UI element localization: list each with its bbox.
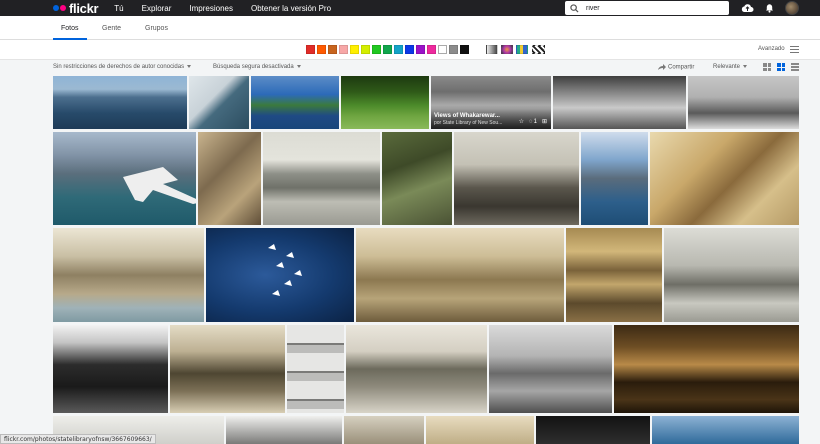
color-swatch-violet[interactable] [416, 45, 425, 54]
upload-icon[interactable] [741, 0, 754, 16]
photo-thumbnail[interactable] [650, 132, 799, 225]
bell-icon[interactable] [765, 0, 774, 16]
search-tabs-bar: Fotos Gente Grupos [0, 16, 820, 40]
minimalism-icon[interactable] [516, 45, 528, 54]
shallow-depth-icon[interactable] [501, 45, 513, 54]
sort-label: Relevante [713, 64, 741, 70]
photo-thumbnail[interactable] [287, 325, 344, 413]
nav-links: Tú Explorar Impresiones Obtener la versi… [114, 4, 349, 13]
color-swatch-dark-orange[interactable] [317, 45, 326, 54]
search-options-row: Sin restricciones de derechos de autor c… [0, 60, 820, 75]
photo-thumbnail[interactable] [426, 416, 534, 444]
photo-thumbnail[interactable] [614, 325, 799, 413]
share-icon [658, 64, 666, 70]
browser-status-url: flickr.com/photos/statelibraryofnsw/3667… [0, 434, 156, 444]
avatar[interactable] [785, 1, 799, 15]
photo-thumbnail[interactable] [263, 132, 380, 225]
safe-search-dropdown[interactable]: Búsqueda segura desactivada [213, 64, 301, 70]
photo-thumbnail[interactable] [553, 76, 686, 129]
search-input[interactable] [586, 4, 716, 12]
tab-people[interactable]: Gente [102, 25, 121, 32]
share-label: Compartir [668, 64, 695, 71]
photo-thumbnail[interactable] [489, 325, 612, 413]
photo-thumbnail[interactable] [344, 416, 424, 444]
color-swatch-blue[interactable] [405, 45, 414, 54]
color-swatch-yellow[interactable] [350, 45, 359, 54]
view-toggle [757, 63, 799, 71]
search-box[interactable] [565, 1, 729, 15]
photo-thumbnail[interactable] [581, 132, 648, 225]
color-swatch-orange[interactable] [328, 45, 337, 54]
photo-thumbnail[interactable] [688, 76, 799, 129]
safe-search-label: Búsqueda segura desactivada [213, 64, 294, 70]
comment-count: 1 [533, 118, 537, 125]
tab-photos[interactable]: Fotos [61, 25, 79, 32]
photo-thumbnail[interactable] [652, 416, 799, 444]
color-swatch-green[interactable] [372, 45, 381, 54]
logo-text: flickr [69, 0, 99, 16]
star-icon[interactable]: ☆ [519, 118, 524, 125]
photo-actions: ☆ ◌ 1 ⊞ [514, 118, 547, 126]
patterns-icon[interactable] [532, 45, 545, 54]
photo-thumbnail[interactable] [341, 76, 429, 129]
color-swatch-white[interactable] [438, 45, 447, 54]
photo-thumbnail[interactable] [53, 325, 168, 413]
nav-link-explore[interactable]: Explorar [142, 4, 172, 13]
photo-thumbnail[interactable] [170, 325, 285, 413]
nav-link-you[interactable]: Tú [114, 4, 123, 13]
comment-icon[interactable]: ◌ [529, 119, 533, 125]
black-and-white-icon[interactable] [486, 45, 498, 54]
photo-thumbnail[interactable] [53, 228, 204, 322]
logo-pink-dot [60, 5, 66, 11]
logo-blue-dot [53, 5, 59, 11]
color-swatch-lime[interactable] [361, 45, 370, 54]
photo-thumbnail[interactable] [198, 132, 261, 225]
photo-owner[interactable]: por State Library of New Sou... [434, 120, 502, 126]
share-button[interactable]: Compartir [658, 64, 694, 71]
photo-thumbnail[interactable] [356, 228, 564, 322]
menu-icon[interactable] [790, 46, 799, 54]
photo-thumbnail[interactable] [53, 76, 187, 129]
chevron-down-icon [743, 64, 748, 68]
chevron-down-icon [296, 64, 301, 68]
color-swatch-gray[interactable] [449, 45, 458, 54]
photo-thumbnail[interactable] [226, 416, 342, 444]
photo-thumbnail[interactable] [206, 228, 354, 322]
photo-thumbnail[interactable] [664, 228, 799, 322]
photo-thumbnail[interactable] [189, 76, 249, 129]
tab-groups[interactable]: Grupos [145, 25, 168, 32]
jets-formation [268, 244, 302, 296]
photo-thumbnail[interactable] [53, 132, 196, 225]
grid-view-icon[interactable] [763, 63, 771, 71]
photo-thumbnail[interactable] [382, 132, 452, 225]
color-filter-bar [0, 40, 820, 60]
nav-link-prints[interactable]: Impresiones [189, 4, 233, 13]
photo-title[interactable]: Views of Whakarewar... [434, 113, 500, 119]
justified-view-icon[interactable] [777, 63, 785, 71]
photo-thumbnail-hovered[interactable]: Views of Whakarewar... por State Library… [431, 76, 551, 129]
color-swatch-magenta[interactable] [427, 45, 436, 54]
color-swatch-red[interactable] [306, 45, 315, 54]
color-swatch-dark-green[interactable] [383, 45, 392, 54]
sort-dropdown[interactable]: Relevante [713, 64, 748, 70]
nav-link-get-pro[interactable]: Obtener la versión Pro [251, 4, 331, 13]
color-swatch-black[interactable] [460, 45, 469, 54]
search-icon [568, 2, 580, 14]
photo-thumbnail[interactable] [454, 132, 579, 225]
photo-thumbnail[interactable] [251, 76, 339, 129]
flickr-logo[interactable]: flickr [53, 0, 99, 16]
advanced-search-link[interactable]: Avanzado [758, 46, 785, 52]
photo-thumbnail[interactable] [566, 228, 662, 322]
chevron-down-icon [187, 64, 192, 68]
color-swatch-teal[interactable] [394, 45, 403, 54]
photo-thumbnail[interactable] [536, 416, 650, 444]
photo-thumbnail[interactable] [346, 325, 487, 413]
list-view-icon[interactable] [791, 63, 799, 71]
license-dropdown[interactable]: Sin restricciones de derechos de autor c… [53, 64, 192, 70]
jet-silhouette [123, 167, 196, 204]
add-to-gallery-icon[interactable]: ⊞ [542, 118, 547, 125]
color-swatch-pink[interactable] [339, 45, 348, 54]
license-label: Sin restricciones de derechos de autor c… [53, 64, 185, 70]
